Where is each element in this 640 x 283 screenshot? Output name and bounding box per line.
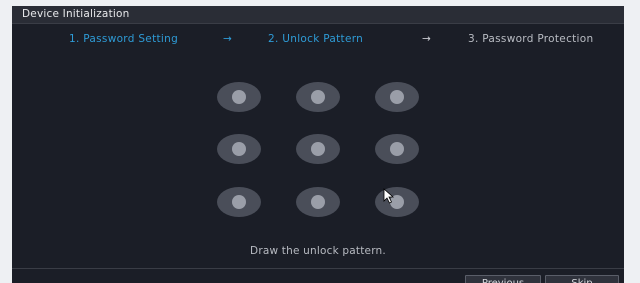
unlock-pattern-grid[interactable]	[217, 82, 441, 242]
title-bar: Device Initialization	[12, 6, 624, 24]
pattern-dot-4[interactable]	[217, 134, 261, 164]
pattern-dot-7[interactable]	[217, 187, 261, 217]
step-arrow-2: →	[422, 33, 432, 45]
pattern-dot-3[interactable]	[375, 82, 419, 112]
step-unlock-pattern: 2. Unlock Pattern	[268, 33, 364, 45]
pattern-dot-9[interactable]	[375, 187, 419, 217]
pattern-dot-1[interactable]	[217, 82, 261, 112]
step-arrow-1: →	[223, 33, 233, 45]
pattern-dot-6[interactable]	[375, 134, 419, 164]
pattern-dot-2[interactable]	[296, 82, 340, 112]
skip-button[interactable]: Skip	[545, 275, 619, 283]
step-password-setting: 1. Password Setting	[69, 33, 179, 45]
window-title: Device Initialization	[22, 8, 130, 20]
mouse-cursor-icon	[383, 188, 395, 204]
pattern-hint-text: Draw the unlock pattern.	[250, 245, 386, 257]
pattern-dot-5[interactable]	[296, 134, 340, 164]
pattern-dot-8[interactable]	[296, 187, 340, 217]
footer-divider	[12, 268, 624, 269]
step-password-protection: 3. Password Protection	[468, 33, 594, 45]
wizard-steps: 1. Password Setting → 2. Unlock Pattern …	[12, 33, 624, 49]
previous-button[interactable]: Previous	[465, 275, 541, 283]
device-initialization-window: Device Initialization 1. Password Settin…	[12, 6, 624, 283]
